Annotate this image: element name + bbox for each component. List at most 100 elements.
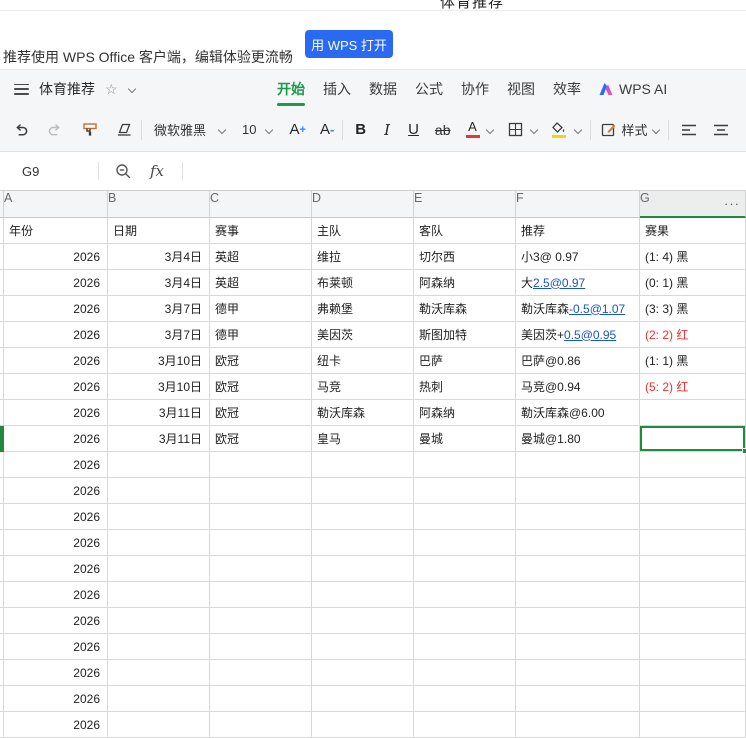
empty-cell[interactable] <box>640 608 746 634</box>
column-header-E[interactable]: E <box>414 191 516 218</box>
tip-cell[interactable]: 马竞@0.94 <box>516 374 640 400</box>
empty-cell[interactable] <box>312 660 414 686</box>
year-cell[interactable]: 2026 <box>4 452 108 478</box>
empty-cell[interactable] <box>516 660 640 686</box>
italic-button[interactable]: I <box>384 121 390 139</box>
font-family-chevron-icon[interactable] <box>218 126 226 134</box>
year-cell[interactable]: 2026 <box>4 634 108 660</box>
home-team-cell[interactable]: 纽卡 <box>312 348 414 374</box>
tip-cell[interactable]: 美因茨+ 0.5@0.95 <box>516 322 640 348</box>
date-cell[interactable]: 3月4日 <box>108 244 210 270</box>
empty-cell[interactable] <box>210 452 312 478</box>
home-team-cell[interactable]: 弗赖堡 <box>312 296 414 322</box>
empty-cell[interactable] <box>312 608 414 634</box>
increase-font-size-button[interactable]: A + <box>289 121 305 138</box>
font-size-select[interactable]: 10 <box>242 122 273 137</box>
league-cell[interactable]: 英超 <box>210 244 312 270</box>
empty-cell[interactable] <box>312 452 414 478</box>
away-team-cell[interactable]: 勒沃库森 <box>414 296 516 322</box>
empty-cell[interactable] <box>210 660 312 686</box>
tip-cell[interactable]: 巴萨@0.86 <box>516 348 640 374</box>
home-team-cell[interactable]: 勒沃库森 <box>312 400 414 426</box>
year-cell[interactable]: 2026 <box>4 322 108 348</box>
empty-cell[interactable] <box>312 530 414 556</box>
header-cell-0[interactable]: 年份 <box>4 218 108 244</box>
fill-color-button[interactable] <box>551 121 582 138</box>
league-cell[interactable]: 欧冠 <box>210 426 312 452</box>
date-cell[interactable]: 3月7日 <box>108 296 210 322</box>
open-in-wps-button[interactable]: 用 WPS 打开 <box>305 30 393 58</box>
empty-cell[interactable] <box>108 452 210 478</box>
date-cell[interactable]: 3月4日 <box>108 270 210 296</box>
empty-cell[interactable] <box>414 608 516 634</box>
league-cell[interactable]: 德甲 <box>210 296 312 322</box>
empty-cell[interactable] <box>210 686 312 712</box>
empty-cell[interactable] <box>312 582 414 608</box>
empty-cell[interactable] <box>414 504 516 530</box>
tab-efficiency[interactable]: 效率 <box>553 70 581 108</box>
league-cell[interactable]: 英超 <box>210 270 312 296</box>
home-team-cell[interactable]: 马竞 <box>312 374 414 400</box>
away-team-cell[interactable]: 斯图加特 <box>414 322 516 348</box>
empty-cell[interactable] <box>640 530 746 556</box>
tab-insert[interactable]: 插入 <box>323 70 351 108</box>
bold-button[interactable]: B <box>355 121 366 138</box>
favorite-star-icon[interactable]: ☆ <box>105 82 118 96</box>
column-header-D[interactable]: D <box>312 191 414 218</box>
strikethrough-button[interactable]: ab <box>435 122 451 138</box>
empty-cell[interactable] <box>312 634 414 660</box>
tip-cell[interactable]: 大 2.5@0.97 <box>516 270 640 296</box>
empty-cell[interactable] <box>640 660 746 686</box>
empty-cell[interactable] <box>640 582 746 608</box>
league-cell[interactable]: 欧冠 <box>210 374 312 400</box>
empty-cell[interactable] <box>210 582 312 608</box>
column-header-B[interactable]: B <box>108 191 210 218</box>
zoom-search-icon[interactable] <box>115 163 132 180</box>
home-team-cell[interactable]: 皇马 <box>312 426 414 452</box>
year-cell[interactable]: 2026 <box>4 478 108 504</box>
league-cell[interactable]: 欧冠 <box>210 400 312 426</box>
tip-odds-link[interactable]: 0.5@0.95 <box>564 328 616 342</box>
fill-handle[interactable] <box>742 448 746 454</box>
year-cell[interactable]: 2026 <box>4 504 108 530</box>
styles-chevron-icon[interactable] <box>652 126 660 134</box>
empty-cell[interactable] <box>210 478 312 504</box>
empty-cell[interactable] <box>516 608 640 634</box>
font-family-select[interactable]: 微软雅黑 <box>154 120 226 139</box>
home-team-cell[interactable]: 布莱顿 <box>312 270 414 296</box>
empty-cell[interactable] <box>516 478 640 504</box>
result-cell[interactable]: (2: 2) 红 <box>640 322 746 348</box>
empty-cell[interactable] <box>640 478 746 504</box>
tab-data[interactable]: 数据 <box>369 70 397 108</box>
empty-cell[interactable] <box>108 660 210 686</box>
year-cell[interactable]: 2026 <box>4 348 108 374</box>
empty-cell[interactable] <box>108 530 210 556</box>
borders-button[interactable] <box>508 122 538 137</box>
tab-collaborate[interactable]: 协作 <box>461 70 489 108</box>
empty-cell[interactable] <box>108 686 210 712</box>
tip-cell[interactable]: 勒沃库森@6.00 <box>516 400 640 426</box>
column-header-A[interactable]: A <box>4 191 108 218</box>
year-cell[interactable]: 2026 <box>4 296 108 322</box>
borders-chevron-icon[interactable] <box>530 126 538 134</box>
away-team-cell[interactable]: 曼城 <box>414 426 516 452</box>
home-team-cell[interactable]: 维拉 <box>312 244 414 270</box>
hamburger-menu-icon[interactable] <box>14 83 29 95</box>
result-cell[interactable]: (1: 1) 黑 <box>640 348 746 374</box>
empty-cell[interactable] <box>312 686 414 712</box>
empty-cell[interactable] <box>640 452 746 478</box>
tip-cell[interactable]: 勒沃库森 -0.5@1.07 <box>516 296 640 322</box>
header-cell-4[interactable]: 客队 <box>414 218 516 244</box>
year-cell[interactable]: 2026 <box>4 244 108 270</box>
league-cell[interactable]: 欧冠 <box>210 348 312 374</box>
date-cell[interactable]: 3月10日 <box>108 374 210 400</box>
redo-button[interactable] <box>47 122 64 138</box>
empty-cell[interactable] <box>640 686 746 712</box>
empty-cell[interactable] <box>108 504 210 530</box>
tab-start[interactable]: 开始 <box>277 70 305 108</box>
empty-cell[interactable] <box>414 582 516 608</box>
font-color-button[interactable]: A <box>465 120 494 138</box>
empty-cell[interactable] <box>210 556 312 582</box>
empty-cell[interactable] <box>640 634 746 660</box>
empty-cell[interactable] <box>414 712 516 738</box>
